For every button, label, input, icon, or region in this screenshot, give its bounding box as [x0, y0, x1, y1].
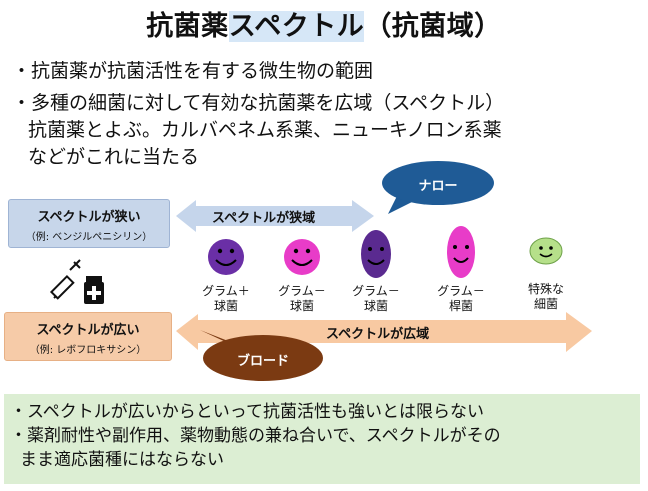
bacterium-label: グラム－ 球菌 [352, 284, 400, 313]
bacterium-label: グラム－ 桿菌 [437, 284, 485, 313]
broad-spectrum-label: スペクトルが広い [36, 323, 140, 338]
bacterium-atypical-icon [529, 237, 563, 265]
narrow-spectrum-example: （例: ベンジルペニシリン） [25, 232, 153, 243]
syringe-and-bottle-icon [49, 259, 104, 304]
bacterium-label: グラム＋ 球菌 [202, 284, 250, 313]
narrow-spectrum-tag: スペクトルが狭い （例: ベンジルペニシリン） [8, 199, 170, 248]
narrow-arrow-label: スペクトルが狭域 [212, 211, 316, 226]
bacterium-gram-negative-rod-icon [447, 226, 475, 278]
narrow-bubble-label: ナロー [418, 179, 458, 194]
bacterium-label: グラム－ 球菌 [278, 284, 326, 313]
broad-arrow-label: スペクトルが広域 [326, 327, 430, 342]
note-line: まま適応菌種にはならない [20, 450, 224, 470]
bacterium-label: 特殊な 細菌 [527, 282, 564, 311]
notes-box: ・スペクトルが広いからといって抗菌活性も強いとは限らない ・薬剤耐性や副作用、薬… [4, 394, 640, 484]
note-line: ・薬剤耐性や副作用、薬物動態の兼ね合いで、スペクトルがその [10, 426, 501, 446]
bacterium-gram-negative-diplococcus-icon [361, 230, 391, 278]
broad-spectrum-tag: スペクトルが広い （例: レボフロキサシン） [4, 312, 172, 361]
narrow-spectrum-label: スペクトルが狭い [37, 210, 141, 225]
broad-bubble-label: ブロード [236, 354, 289, 369]
broad-spectrum-example: （例: レボフロキサシン） [29, 345, 147, 356]
bacterium-gram-positive-coccus-icon [208, 239, 244, 275]
note-line: ・スペクトルが広いからといって抗菌活性も強いとは限らない [10, 402, 484, 422]
bacterium-gram-negative-coccus-icon [284, 239, 320, 275]
